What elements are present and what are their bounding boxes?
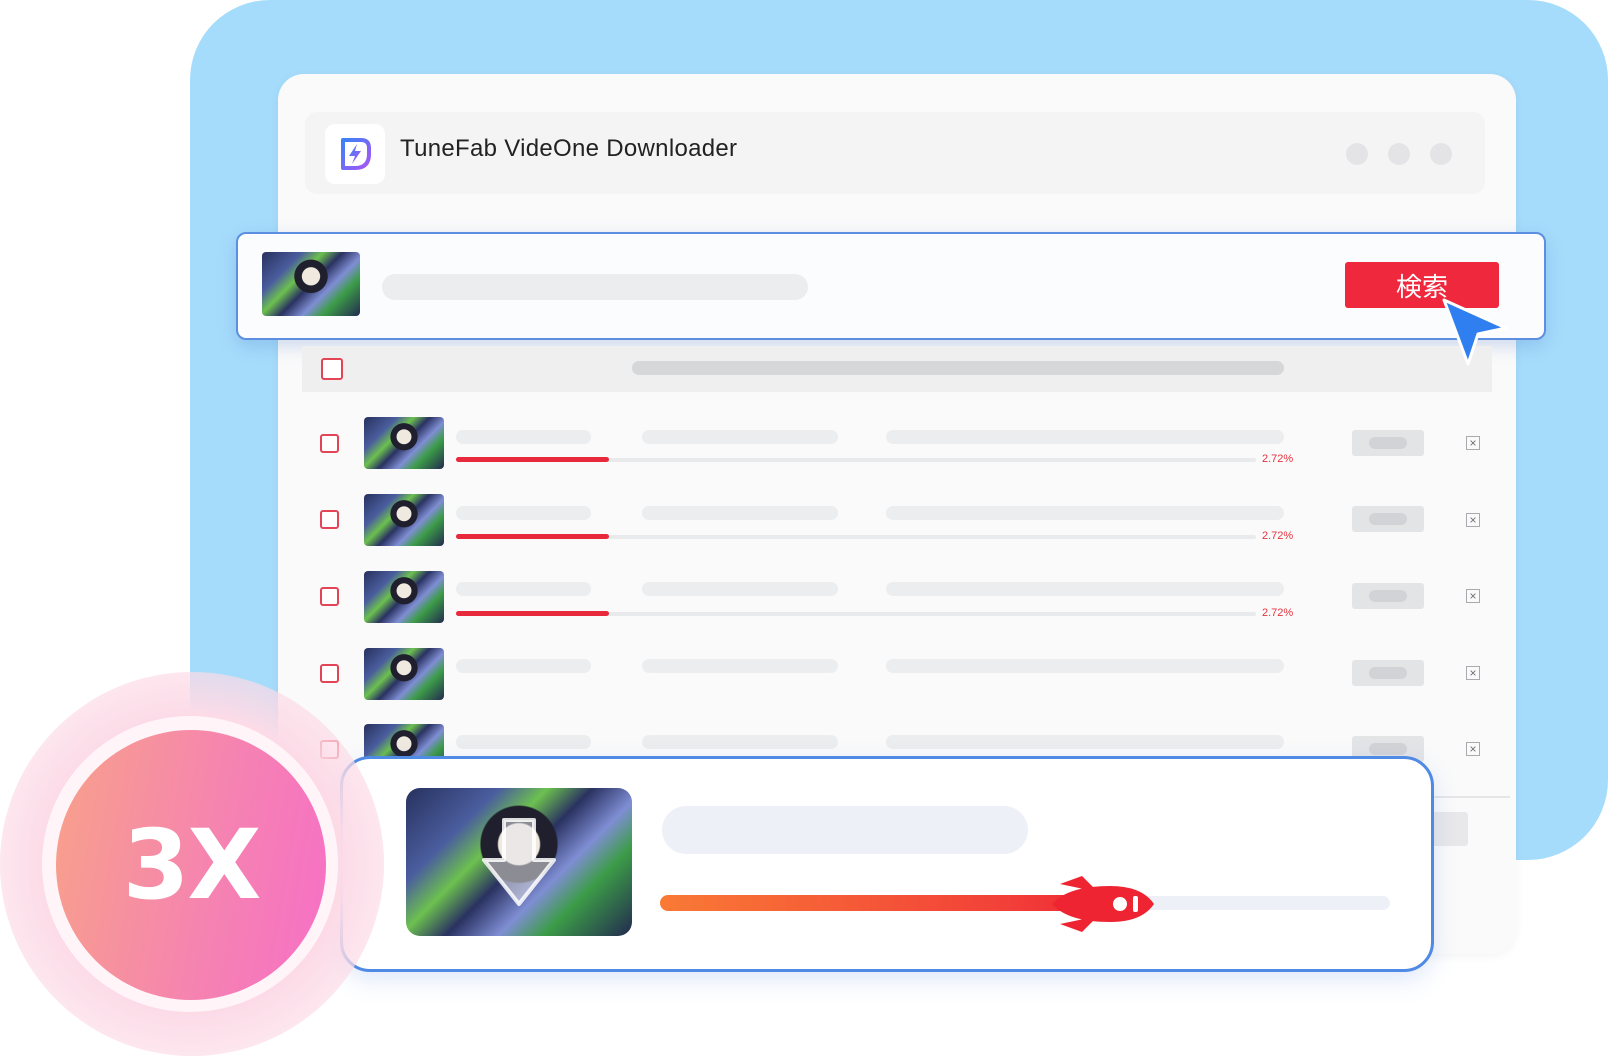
title-placeholder — [456, 506, 591, 520]
header-placeholder — [632, 361, 1284, 375]
close-icon[interactable]: × — [1466, 436, 1480, 450]
download-arrow-icon — [482, 818, 556, 906]
featured-title-placeholder — [662, 806, 1028, 854]
info-placeholder — [642, 430, 838, 444]
mouse-cursor-icon — [1442, 298, 1508, 366]
video-thumbnail — [364, 571, 444, 623]
title-placeholder — [456, 735, 591, 749]
row-checkbox[interactable] — [320, 434, 339, 453]
rocket-icon — [1052, 876, 1154, 932]
speed-badge-label: 3X — [122, 809, 262, 921]
meta-placeholder — [886, 582, 1284, 596]
format-button[interactable] — [1352, 583, 1424, 609]
window-dot-icon[interactable] — [1346, 143, 1368, 165]
app-logo-icon — [325, 124, 385, 184]
video-thumbnail — [364, 648, 444, 700]
meta-placeholder — [886, 735, 1284, 749]
info-placeholder — [642, 582, 838, 596]
row-checkbox[interactable] — [320, 510, 339, 529]
title-placeholder — [456, 430, 591, 444]
progress-fill — [456, 457, 609, 462]
close-icon[interactable]: × — [1466, 742, 1480, 756]
close-icon[interactable]: × — [1466, 589, 1480, 603]
search-thumbnail — [262, 252, 360, 316]
info-placeholder — [642, 506, 838, 520]
window-dot-icon[interactable] — [1430, 143, 1452, 165]
format-button[interactable] — [1352, 430, 1424, 456]
row-checkbox[interactable] — [320, 664, 339, 683]
info-placeholder — [642, 735, 838, 749]
search-input[interactable] — [382, 274, 808, 300]
speed-badge: 3X — [56, 730, 326, 1000]
progress-label: 2.72% — [1262, 453, 1294, 465]
close-icon[interactable]: × — [1466, 666, 1480, 680]
info-placeholder — [642, 659, 838, 673]
format-button[interactable] — [1352, 506, 1424, 532]
format-button[interactable] — [1352, 660, 1424, 686]
video-thumbnail — [364, 494, 444, 546]
select-all-checkbox[interactable] — [321, 358, 343, 380]
progress-label: 2.72% — [1262, 530, 1294, 542]
featured-thumbnail — [406, 788, 632, 936]
meta-placeholder — [886, 506, 1284, 520]
video-thumbnail — [364, 417, 444, 469]
meta-placeholder — [886, 430, 1284, 444]
progress-fill — [456, 611, 609, 616]
meta-placeholder — [886, 659, 1284, 673]
window-dot-icon[interactable] — [1388, 143, 1410, 165]
title-placeholder — [456, 659, 591, 673]
progress-fill — [456, 534, 609, 539]
row-checkbox[interactable] — [320, 587, 339, 606]
close-icon[interactable]: × — [1466, 513, 1480, 527]
title-placeholder — [456, 582, 591, 596]
progress-label: 2.72% — [1262, 607, 1294, 619]
app-title: TuneFab VideOne Downloader — [400, 135, 738, 162]
